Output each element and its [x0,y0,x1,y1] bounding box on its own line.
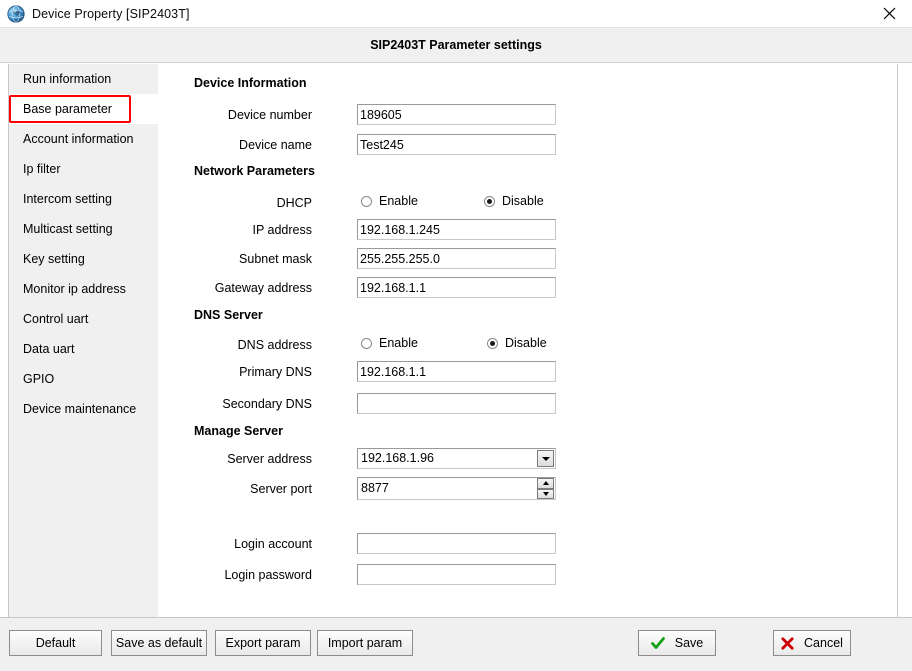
radio-on-icon [487,337,498,349]
group-title-dns-server: DNS Server [194,308,263,322]
footer-toolbar: Default Save as default Export param Imp… [0,617,912,671]
sidebar-item-label: Control uart [23,312,89,326]
label-gateway-address: Gateway address [214,281,312,295]
sidebar-item-monitor-ip-address[interactable]: Monitor ip address [9,274,158,304]
sidebar-item-label: Monitor ip address [23,282,126,296]
label-dns-address: DNS address [237,338,312,352]
dns-enable-radio[interactable]: Enable [361,336,418,350]
cross-icon [781,636,794,650]
arrow-down-icon [542,491,549,496]
close-button[interactable] [866,0,912,27]
label-device-name: Device name [239,138,312,152]
primary-dns-input[interactable] [357,361,556,382]
secondary-dns-input[interactable] [357,393,556,414]
cancel-button[interactable]: Cancel [773,630,851,656]
sidebar-item-run-information[interactable]: Run information [9,64,158,94]
dns-disable-label: Disable [505,336,547,350]
label-dhcp: DHCP [276,196,312,210]
save-as-default-button[interactable]: Save as default [111,630,207,656]
sidebar-item-control-uart[interactable]: Control uart [9,304,158,334]
sidebar-item-data-uart[interactable]: Data uart [9,334,158,364]
server-port-value: 8877 [361,481,389,495]
chevron-down-icon[interactable] [537,450,554,467]
server-address-value: 192.168.1.96 [361,451,434,465]
spinner-up-button[interactable] [537,478,554,489]
label-secondary-dns: Secondary DNS [222,397,312,411]
ip-address-input[interactable] [357,219,556,240]
content-panel: Device Information Device number Device … [158,64,898,617]
spinner-buttons [537,478,554,499]
radio-off-icon [361,195,372,207]
spinner-down-button[interactable] [537,488,554,499]
cancel-button-label: Cancel [804,636,843,650]
arrow-down-glyph [541,456,550,461]
check-icon [650,636,665,650]
subnet-mask-input[interactable] [357,248,556,269]
sidebar-item-label: Key setting [23,252,85,266]
sidebar-item-label: Multicast setting [23,222,113,236]
label-ip-address: IP address [252,223,312,237]
label-primary-dns: Primary DNS [239,365,312,379]
dns-enable-label: Enable [379,336,418,350]
close-icon [883,7,895,20]
sidebar-item-account-information[interactable]: Account information [9,124,158,154]
dhcp-disable-radio[interactable]: Disable [484,194,544,208]
label-server-address: Server address [227,452,312,466]
label-login-password: Login password [224,568,312,582]
sidebar-item-label: Intercom setting [23,192,112,206]
sidebar-item-label: Run information [23,72,112,86]
arrow-up-icon [542,481,549,486]
sidebar-item-label: Device maintenance [23,402,137,416]
device-number-input[interactable] [357,104,556,125]
sidebar-item-label: Data uart [23,342,75,356]
sidebar-item-intercom-setting[interactable]: Intercom setting [9,184,158,214]
dhcp-enable-label: Enable [379,194,418,208]
dhcp-radio-group: Enable Disable [357,194,556,212]
label-device-number: Device number [227,108,312,122]
default-button[interactable]: Default [9,630,102,656]
sidebar-item-key-setting[interactable]: Key setting [9,244,158,274]
sidebar-item-multicast-setting[interactable]: Multicast setting [9,214,158,244]
dhcp-disable-label: Disable [502,194,544,208]
label-login-account: Login account [234,537,312,551]
radio-on-icon [484,195,495,207]
login-account-input[interactable] [357,533,556,554]
dns-radio-group: Enable Disable [357,336,556,354]
dns-disable-radio[interactable]: Disable [487,336,547,350]
group-title-network-parameters: Network Parameters [194,164,315,178]
group-title-device-information: Device Information [194,76,307,90]
sidebar-item-label: Account information [23,132,134,146]
login-password-input[interactable] [357,564,556,585]
gateway-address-input[interactable] [357,277,556,298]
globe-icon [7,4,25,23]
group-title-manage-server: Manage Server [194,424,283,438]
device-property-window: Device Property [SIP2403T] SIP2403T Para… [0,0,912,671]
sidebar-item-device-maintenance[interactable]: Device maintenance [9,394,158,424]
server-address-combobox[interactable]: 192.168.1.96 [357,448,556,469]
import-param-button[interactable]: Import param [317,630,413,656]
label-subnet-mask: Subnet mask [239,252,312,266]
export-param-button[interactable]: Export param [215,630,311,656]
sidebar: Run information Base parameter Account i… [8,64,158,617]
sidebar-item-gpio[interactable]: GPIO [9,364,158,394]
dhcp-enable-radio[interactable]: Enable [361,194,418,208]
sidebar-item-label: Ip filter [23,162,61,176]
device-name-input[interactable] [357,134,556,155]
window-title: Device Property [SIP2403T] [32,6,190,21]
titlebar: Device Property [SIP2403T] [0,0,912,28]
radio-off-icon [361,337,372,349]
header-strip: SIP2403T Parameter settings [0,28,912,63]
label-server-port: Server port [250,482,312,496]
sidebar-item-label: GPIO [23,372,55,386]
sidebar-item-label: Base parameter [23,102,112,116]
sidebar-item-base-parameter[interactable]: Base parameter [9,94,158,124]
save-button[interactable]: Save [638,630,716,656]
page-title: SIP2403T Parameter settings [370,38,542,52]
save-button-label: Save [674,636,704,650]
sidebar-item-ip-filter[interactable]: Ip filter [9,154,158,184]
server-port-spinner[interactable]: 8877 [357,477,556,500]
